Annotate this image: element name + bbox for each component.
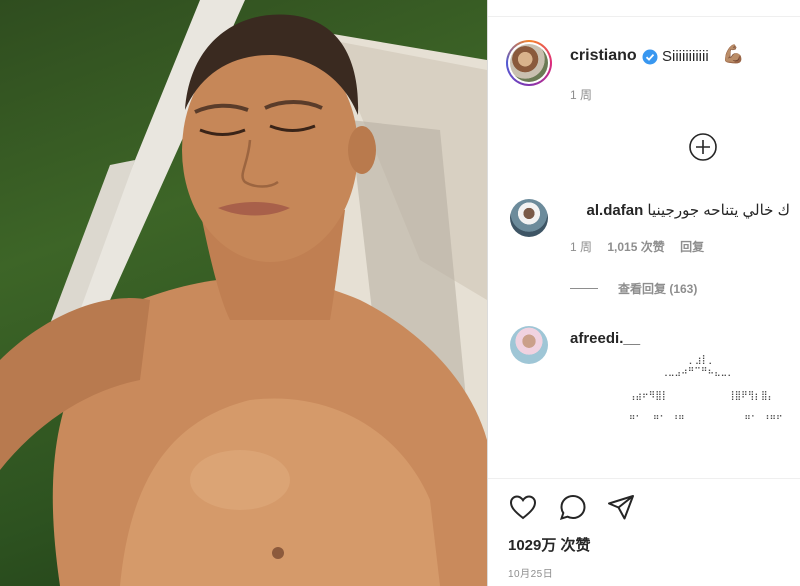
header-divider xyxy=(488,16,800,17)
comment-time: 1 周 xyxy=(570,240,593,254)
heart-icon[interactable] xyxy=(508,492,538,522)
likes-count[interactable]: 1029万 次赞 xyxy=(508,534,591,555)
comment-row: al.dafan ك خالي يتناحه جورجينيا xyxy=(587,201,790,219)
actions-divider xyxy=(488,478,800,479)
commenter-username[interactable]: al.dafan xyxy=(587,202,644,219)
post-caption: Siiiiiiiiiii xyxy=(662,48,709,65)
replies-divider xyxy=(570,288,598,289)
post-detail-panel: cristiano Siiiiiiiiiii 💪🏽 1 周 al.dafan ك… xyxy=(488,0,800,586)
post-time: 1 周 xyxy=(570,88,593,102)
load-more-comments-button[interactable] xyxy=(688,132,718,162)
commenter-avatar[interactable] xyxy=(510,199,548,237)
comment-likes[interactable]: 1,015 次赞 xyxy=(607,240,664,254)
commenter-username[interactable]: afreedi.__ xyxy=(570,330,640,347)
commenter-avatar[interactable] xyxy=(510,326,548,364)
photo-illustration xyxy=(0,0,487,586)
post-date: 10月25日 xyxy=(508,569,554,580)
view-replies-button[interactable]: 查看回复 (163) xyxy=(618,280,697,297)
flexed-biceps-icon: 💪🏽 xyxy=(722,44,745,64)
post-photo[interactable] xyxy=(0,0,487,586)
comment-text: ك خالي يتناحه جورجينيا xyxy=(647,202,790,219)
verified-badge-icon xyxy=(642,49,658,65)
author-username[interactable]: cristiano xyxy=(570,47,637,65)
reply-button[interactable]: 回复 xyxy=(680,240,704,254)
author-avatar[interactable] xyxy=(506,40,552,86)
comment-icon[interactable] xyxy=(558,492,588,522)
share-icon[interactable] xyxy=(606,492,636,522)
comment-ascii-art: ⡀⣰⡇⡀ ⢀⣀⣠⠴⠛⠉⠛⠦⣄⣀⡀ ⢠⣴⠖⠻⣿⡇ ⢸⣿⠟⢻⡆⣿⡄ ⠛⠁ ⠛⠁ ⠘⠛… xyxy=(628,355,783,425)
comment-meta: 1 周 1,015 次赞 回复 xyxy=(570,238,716,255)
